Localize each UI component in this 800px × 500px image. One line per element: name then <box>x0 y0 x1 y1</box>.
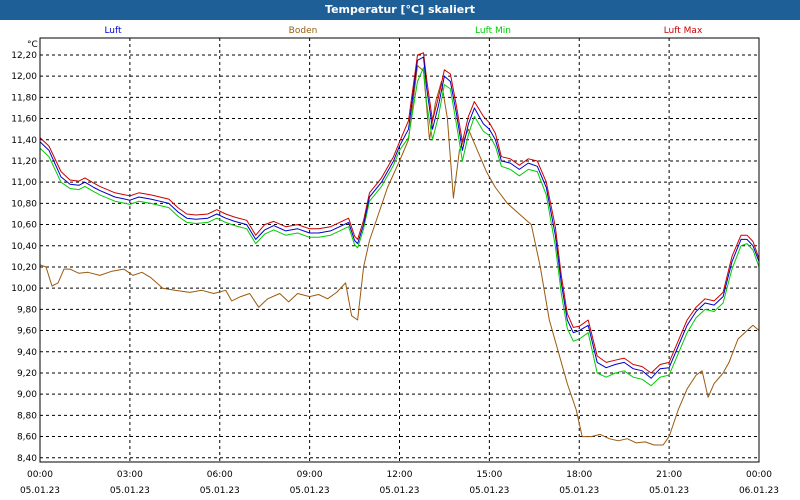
y-tick-label: 8,60 <box>17 433 37 443</box>
y-tick-label: 11,40 <box>11 136 37 146</box>
temperature-chart: Luft Boden Luft Min Luft Max 8,40 8,60 8,80 9,… <box>11 26 779 496</box>
x-tick-time: 00:00 <box>27 470 53 480</box>
grid <box>40 38 759 462</box>
chart-title: Temperatur [°C] skaliert <box>0 0 800 20</box>
x-tick-time: 00:00 <box>746 470 772 480</box>
x-tick-date: 05.01.23 <box>559 486 599 496</box>
y-tick-label: 12,20 <box>11 51 37 61</box>
x-tick-date: 05.01.23 <box>20 486 60 496</box>
y-tick-label: 9,20 <box>17 369 37 379</box>
y-tick-label: 9,80 <box>17 305 37 315</box>
y-tick-label: 11,60 <box>11 115 37 125</box>
y-tick-label: 10,20 <box>11 263 37 273</box>
y-tick-label: 8,40 <box>17 454 37 464</box>
x-tick-date: 05.01.23 <box>200 486 240 496</box>
legend-entry: Luft <box>104 26 122 36</box>
x-tick-date: 05.01.23 <box>110 486 150 496</box>
legend-entry: Boden <box>289 26 318 36</box>
x-tick-time: 09:00 <box>297 470 323 480</box>
y-tick-label: 10,00 <box>11 284 37 294</box>
y-tick-label: 12,00 <box>11 72 37 82</box>
y-tick-label: 9,40 <box>17 348 37 358</box>
y-tick-label: 11,20 <box>11 157 37 167</box>
x-tick-time: 15:00 <box>476 470 502 480</box>
x-tick-time: 06:00 <box>207 470 233 480</box>
chart-window: Temperatur [°C] skaliert Luft Boden Luft M… <box>0 0 800 500</box>
y-tick-label: 10,40 <box>11 242 37 252</box>
x-tick-time: 18:00 <box>566 470 592 480</box>
x-tick-time: 12:00 <box>387 470 413 480</box>
y-tick-label: 10,60 <box>11 221 37 231</box>
y-tick-label: 8,80 <box>17 411 37 421</box>
x-tick-time: 03:00 <box>117 470 143 480</box>
y-tick-label: 11,80 <box>11 93 37 103</box>
legend-entry: Luft Max <box>664 26 703 36</box>
legend: Luft Boden Luft Min Luft Max <box>104 26 703 36</box>
y-tick-label: 9,00 <box>17 390 37 400</box>
legend-entry: Luft Min <box>475 26 511 36</box>
x-tick-date: 05.01.23 <box>649 486 689 496</box>
x-tick-date: 05.01.23 <box>469 486 509 496</box>
y-tick-label: 10,80 <box>11 199 37 209</box>
y-tick-label: 9,60 <box>17 327 37 337</box>
x-tick-time: 21:00 <box>656 470 682 480</box>
x-tick-date: 05.01.23 <box>290 486 330 496</box>
tick-labels: 8,40 8,60 8,80 9,00 9,20 9,40 9,60 9,80 10,00 10,… <box>11 40 779 496</box>
y-axis-unit: °C <box>27 40 38 50</box>
x-tick-date: 06.01.23 <box>739 486 779 496</box>
x-tick-date: 05.01.23 <box>379 486 419 496</box>
y-tick-label: 11,00 <box>11 178 37 188</box>
